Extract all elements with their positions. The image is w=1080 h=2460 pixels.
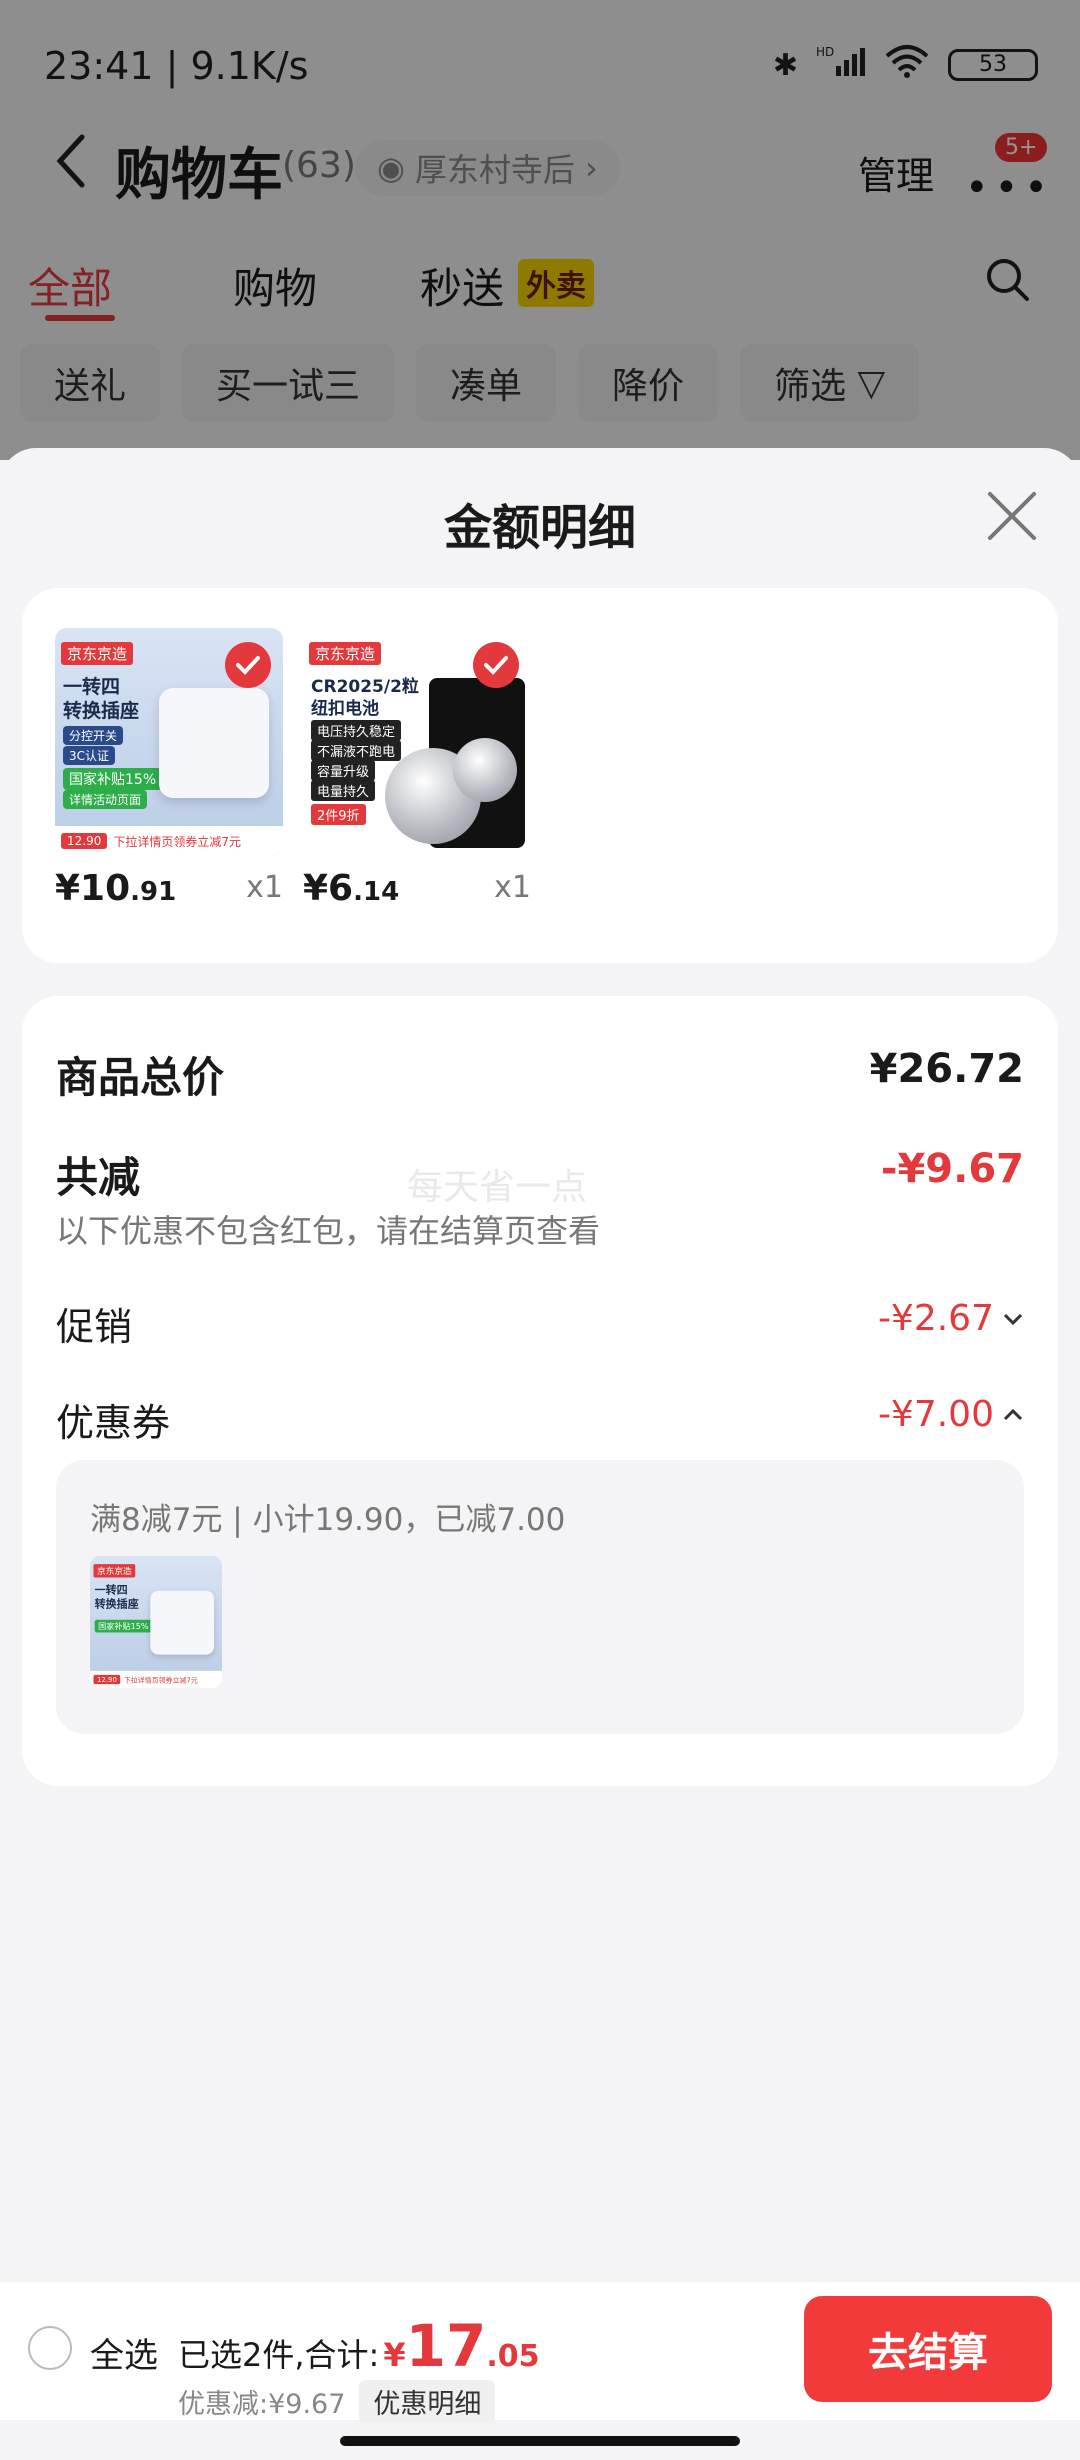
total-amount-decimal: .05 bbox=[486, 2339, 540, 2374]
amount-detail-sheet: 金额明细 京东京造 一转四 转换插座 分控开关 3C认证 国家补贴15% 详情活… bbox=[0, 448, 1080, 2460]
total-amount-integer: 17 bbox=[405, 2312, 487, 2380]
modal-overlay[interactable] bbox=[0, 0, 1080, 460]
brand-tag: 京东京造 bbox=[61, 642, 134, 665]
promo-label: 促销 bbox=[56, 1305, 133, 1349]
image-footer: 12.90 下拉详情页领券立减7元 bbox=[90, 1670, 222, 1688]
total-line: 已选2件,合计: ¥ 17 .05 bbox=[178, 2312, 539, 2380]
chevron-up-icon bbox=[1003, 1408, 1023, 1420]
coupon-detail-text: 满8减7元 | 小计19.90，已减7.00 bbox=[90, 1502, 566, 1538]
image-text: 转换插座 bbox=[63, 700, 140, 722]
discount-note: 以下优惠不包含红包，请在结算页查看 bbox=[56, 1212, 601, 1250]
sheet-title: 金额明细 bbox=[443, 500, 636, 556]
coupon-row-toggle[interactable]: -¥7.00 bbox=[878, 1394, 1024, 1435]
watermark-text: 每天省一点 bbox=[407, 1167, 588, 1208]
select-all-radio[interactable] bbox=[28, 2326, 72, 2370]
promo-row-toggle[interactable]: -¥2.67 bbox=[878, 1298, 1024, 1339]
image-text: 不漏液不跑电 bbox=[311, 740, 402, 761]
image-text: 12.90 bbox=[93, 1674, 121, 1685]
select-all-label[interactable]: 全选 bbox=[90, 2328, 158, 2377]
checkmark-icon bbox=[473, 642, 519, 688]
coin-battery-illustration bbox=[453, 738, 517, 802]
image-text: 3C认证 bbox=[63, 746, 116, 765]
image-text: 国家补贴15% bbox=[63, 768, 163, 790]
discount-detail-button[interactable]: 优惠明细 bbox=[359, 2380, 496, 2423]
image-text: 2件9折 bbox=[311, 804, 366, 825]
image-text: 纽扣电池 bbox=[311, 699, 379, 719]
coupon-detail-box: 满8减7元 | 小计19.90，已减7.00 京东京造 一转四 转换插座 国家补… bbox=[56, 1460, 1024, 1734]
total-currency: ¥ bbox=[383, 2336, 406, 2374]
product-list-card: 京东京造 一转四 转换插座 分控开关 3C认证 国家补贴15% 详情活动页面 1… bbox=[22, 588, 1058, 963]
total-price-value: ¥26.72 bbox=[869, 1046, 1024, 1092]
checkout-bar: 全选 已选2件,合计: ¥ 17 .05 优惠减:¥9.67 优惠明细 去结算 bbox=[0, 2282, 1080, 2423]
price-summary-card: 商品总价 ¥26.72 共减 每天省一点 -¥9.67 以下优惠不包含红包，请在… bbox=[22, 996, 1058, 1786]
discount-line: 优惠减:¥9.67 优惠明细 bbox=[178, 2380, 496, 2423]
product-image-power-strip: 京东京造 一转四 转换插座 分控开关 3C认证 国家补贴15% 详情活动页面 1… bbox=[55, 628, 283, 856]
product-qty: x1 bbox=[246, 870, 283, 905]
brand-tag: 京东京造 bbox=[309, 642, 382, 665]
product-image-coin-battery: 京东京造 CR2025/2粒 纽扣电池 电压持久稳定 不漏液不跑电 容量升级 电… bbox=[303, 628, 531, 856]
image-text: 一转四 bbox=[63, 676, 121, 698]
image-text: 分控开关 bbox=[63, 726, 124, 745]
promo-value: -¥2.67 bbox=[877, 1298, 994, 1339]
brand-tag: 京东京造 bbox=[93, 1564, 136, 1578]
discount-label: 共减 bbox=[56, 1153, 141, 1202]
image-text: 下拉详情页领券立减7元 bbox=[113, 834, 241, 849]
image-text: 电压持久稳定 bbox=[311, 720, 402, 741]
checkout-button[interactable]: 去结算 bbox=[804, 2296, 1052, 2402]
image-text: 国家补贴15% bbox=[94, 1619, 153, 1633]
selected-count-text: 已选2件,合计: bbox=[178, 2336, 380, 2374]
close-icon bbox=[988, 492, 1036, 540]
image-text: 容量升级 bbox=[311, 760, 376, 781]
image-text: 12.90 bbox=[61, 833, 108, 849]
coupon-value: -¥7.00 bbox=[877, 1394, 994, 1435]
image-text: 电量持久 bbox=[311, 780, 376, 801]
discount-value: -¥9.67 bbox=[880, 1146, 1024, 1192]
coupon-label: 优惠券 bbox=[56, 1401, 171, 1445]
image-text: 转换插座 bbox=[94, 1597, 139, 1611]
coupon-product-thumbnail[interactable]: 京东京造 一转四 转换插座 国家补贴15% 12.90 下拉详情页领券立减7元 bbox=[90, 1556, 222, 1688]
image-footer: 12.90 下拉详情页领券立减7元 bbox=[55, 826, 283, 856]
image-text: 详情活动页面 bbox=[63, 790, 148, 809]
close-button[interactable] bbox=[984, 488, 1040, 544]
chevron-down-icon bbox=[1003, 1313, 1023, 1325]
product-price: ¥6.14 bbox=[303, 868, 400, 909]
socket-illustration bbox=[150, 1590, 215, 1655]
image-text: 下拉详情页领券立减7元 bbox=[123, 1675, 198, 1684]
discount-text: 优惠减:¥9.67 bbox=[178, 2389, 346, 2420]
total-price-label: 商品总价 bbox=[56, 1053, 225, 1102]
product-price: ¥10.91 bbox=[55, 868, 177, 909]
product-qty: x1 bbox=[494, 870, 531, 905]
checkmark-icon bbox=[225, 642, 271, 688]
socket-illustration bbox=[159, 688, 269, 798]
home-indicator bbox=[340, 2436, 740, 2446]
